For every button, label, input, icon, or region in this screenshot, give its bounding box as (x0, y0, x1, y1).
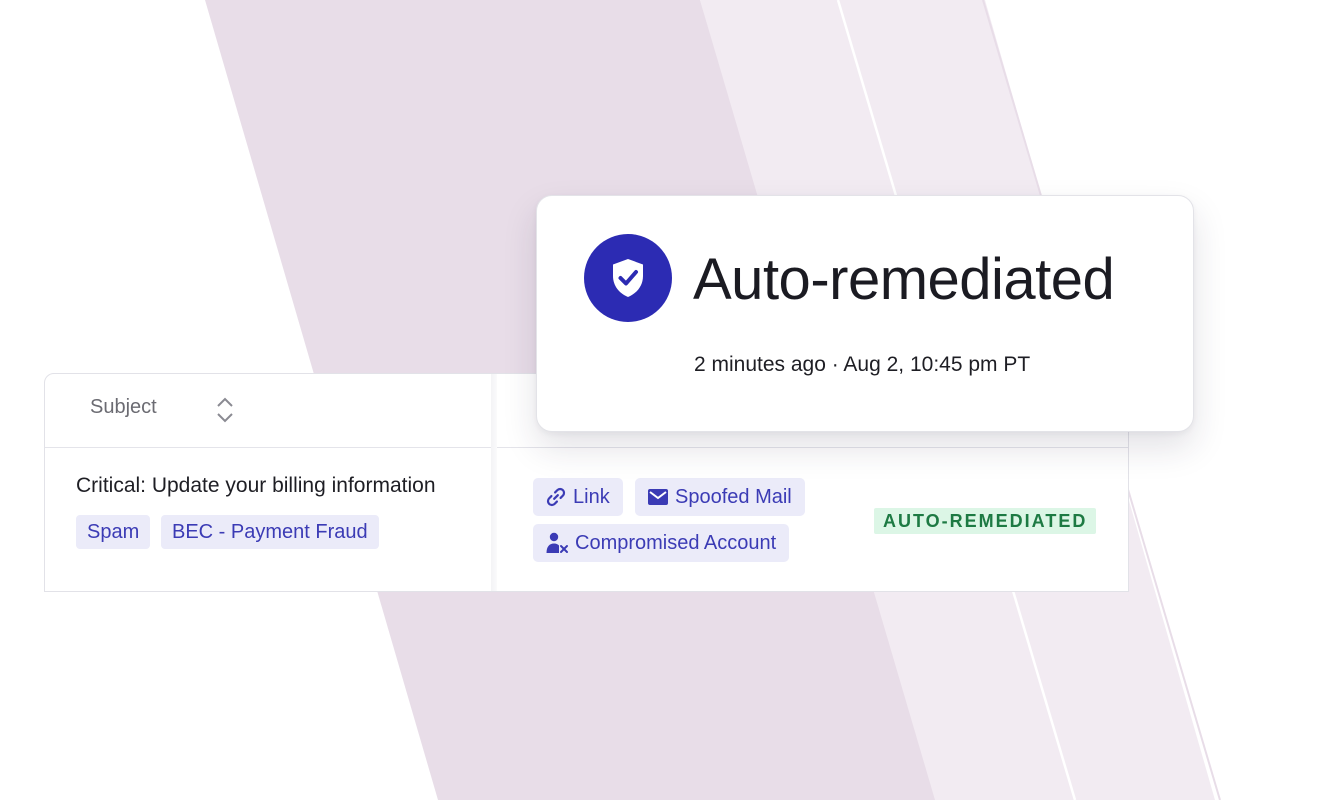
chip-spoofed-mail: Spoofed Mail (635, 478, 805, 516)
popup-timestamp: 2 minutes ago · Aug 2, 10:45 pm PT (694, 353, 1031, 376)
sort-icon[interactable] (215, 396, 235, 424)
subject-column-header[interactable]: Subject (90, 396, 157, 419)
link-icon (546, 487, 566, 507)
chip-compromised-account: Compromised Account (533, 524, 790, 562)
tag-spam: Spam (76, 515, 151, 549)
message-subject[interactable]: Critical: Update your billing informatio… (76, 474, 436, 498)
status-badge: AUTO-REMEDIATED (874, 508, 1097, 534)
column-divider (491, 374, 497, 591)
user-x-icon (546, 532, 568, 553)
chip-compromised-account-label: Compromised Account (575, 532, 777, 554)
remediation-popup: Auto-remediated 2 minutes ago · Aug 2, 1… (536, 195, 1194, 432)
popup-title: Auto-remediated (693, 247, 1115, 312)
tag-bec-payment-fraud: BEC - Payment Fraud (161, 515, 379, 549)
chip-spoofed-mail-label: Spoofed Mail (675, 486, 792, 508)
chip-link-label: Link (573, 486, 610, 508)
shield-check-icon (584, 234, 672, 322)
mail-icon (648, 489, 668, 505)
chip-link: Link (533, 478, 623, 516)
